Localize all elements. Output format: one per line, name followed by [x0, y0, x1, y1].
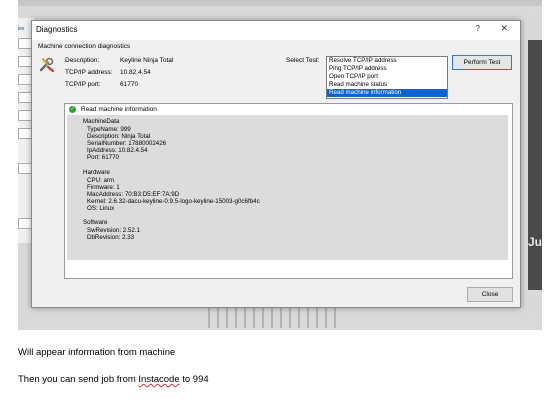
result-line: Description: Ninja Total [87, 133, 151, 140]
address-value: 10.82.4.54 [120, 69, 151, 76]
results-content: MachineData TypeName: 999 Description: N… [67, 115, 508, 215]
section-label: Machine connection diagnostics [38, 43, 131, 50]
perform-test-button[interactable]: Perform Test [452, 55, 512, 70]
background-preview-text: Ju [527, 235, 542, 249]
background-tab-label[interactable]: ies [18, 26, 24, 32]
software-header: Software [83, 219, 108, 226]
result-line: MacAddress: 70:B3:D5:EF:7A:9D [87, 191, 180, 198]
result-line: CPU: arm [87, 177, 115, 184]
result-line: SerialNumber: 17880002426 [87, 140, 167, 147]
caption-line-2: Then you can send job from Instacode to … [18, 374, 209, 385]
description-label: Description: [65, 57, 100, 64]
port-label: TCP/IP port: [65, 81, 101, 88]
test-option[interactable]: Open TCP/IP port [327, 73, 447, 81]
dialog-titlebar: Diagnostics ? ✕ [32, 21, 520, 40]
result-line: OS: Linux [87, 205, 115, 212]
caption-line-1: Will appear information from machine [18, 347, 176, 358]
address-label: TCP/IP address: [65, 69, 113, 76]
result-line: Firmware: 1 [87, 184, 120, 191]
hardware-header: Hardware [83, 169, 110, 176]
dialog-title: Diagnostics [36, 25, 78, 34]
result-line: SwRevision: 2.52.1 [87, 227, 140, 234]
close-button[interactable]: Close [467, 287, 513, 302]
result-line: IpAddress: 10.82.4.54 [87, 147, 148, 154]
caption-misspelled-word: Instacode [138, 374, 180, 385]
background-toolbar [18, 0, 542, 6]
machine-data-header: MachineData [83, 118, 120, 125]
wrench-icon [38, 56, 56, 74]
caption-suffix: to 994 [179, 374, 209, 385]
port-value: 61770 [120, 81, 139, 88]
check-icon: ✓ [69, 106, 76, 113]
result-line: TypeName: 999 [87, 126, 131, 133]
background-preview-panel: Ju [528, 40, 542, 290]
caption-prefix: Then you can send job from [18, 374, 139, 385]
diagnostics-dialog: Diagnostics ? ✕ Machine connection diagn… [31, 20, 521, 308]
close-icon[interactable]: ✕ [500, 23, 508, 34]
test-option-selected[interactable]: Read machine information [327, 89, 447, 97]
result-line: Port: 61770 [87, 154, 119, 161]
result-line: DbRevision: 2.33 [87, 234, 135, 241]
test-option[interactable]: Read machine status [327, 81, 447, 89]
results-title: Read machine information [81, 106, 157, 113]
description-value: Keyline Ninja Total [120, 57, 174, 64]
test-option[interactable]: Resolve TCP/IP address [327, 57, 447, 65]
results-content-software: Software SwRevision: 2.52.1 DbRevision: … [67, 215, 508, 260]
select-test-label: Select Test: [286, 57, 320, 64]
help-button[interactable]: ? [476, 24, 480, 33]
test-listbox[interactable]: Resolve TCP/IP address Ping TCP/IP addre… [326, 56, 448, 99]
results-panel[interactable]: ✓ Read machine information MachineData T… [64, 103, 513, 279]
test-option[interactable]: Ping TCP/IP address [327, 65, 447, 73]
results-header: ✓ Read machine information [67, 105, 508, 114]
result-line: Kernel: 2.6.32-dacu-keyline-0.9.5-logo-k… [87, 198, 260, 205]
